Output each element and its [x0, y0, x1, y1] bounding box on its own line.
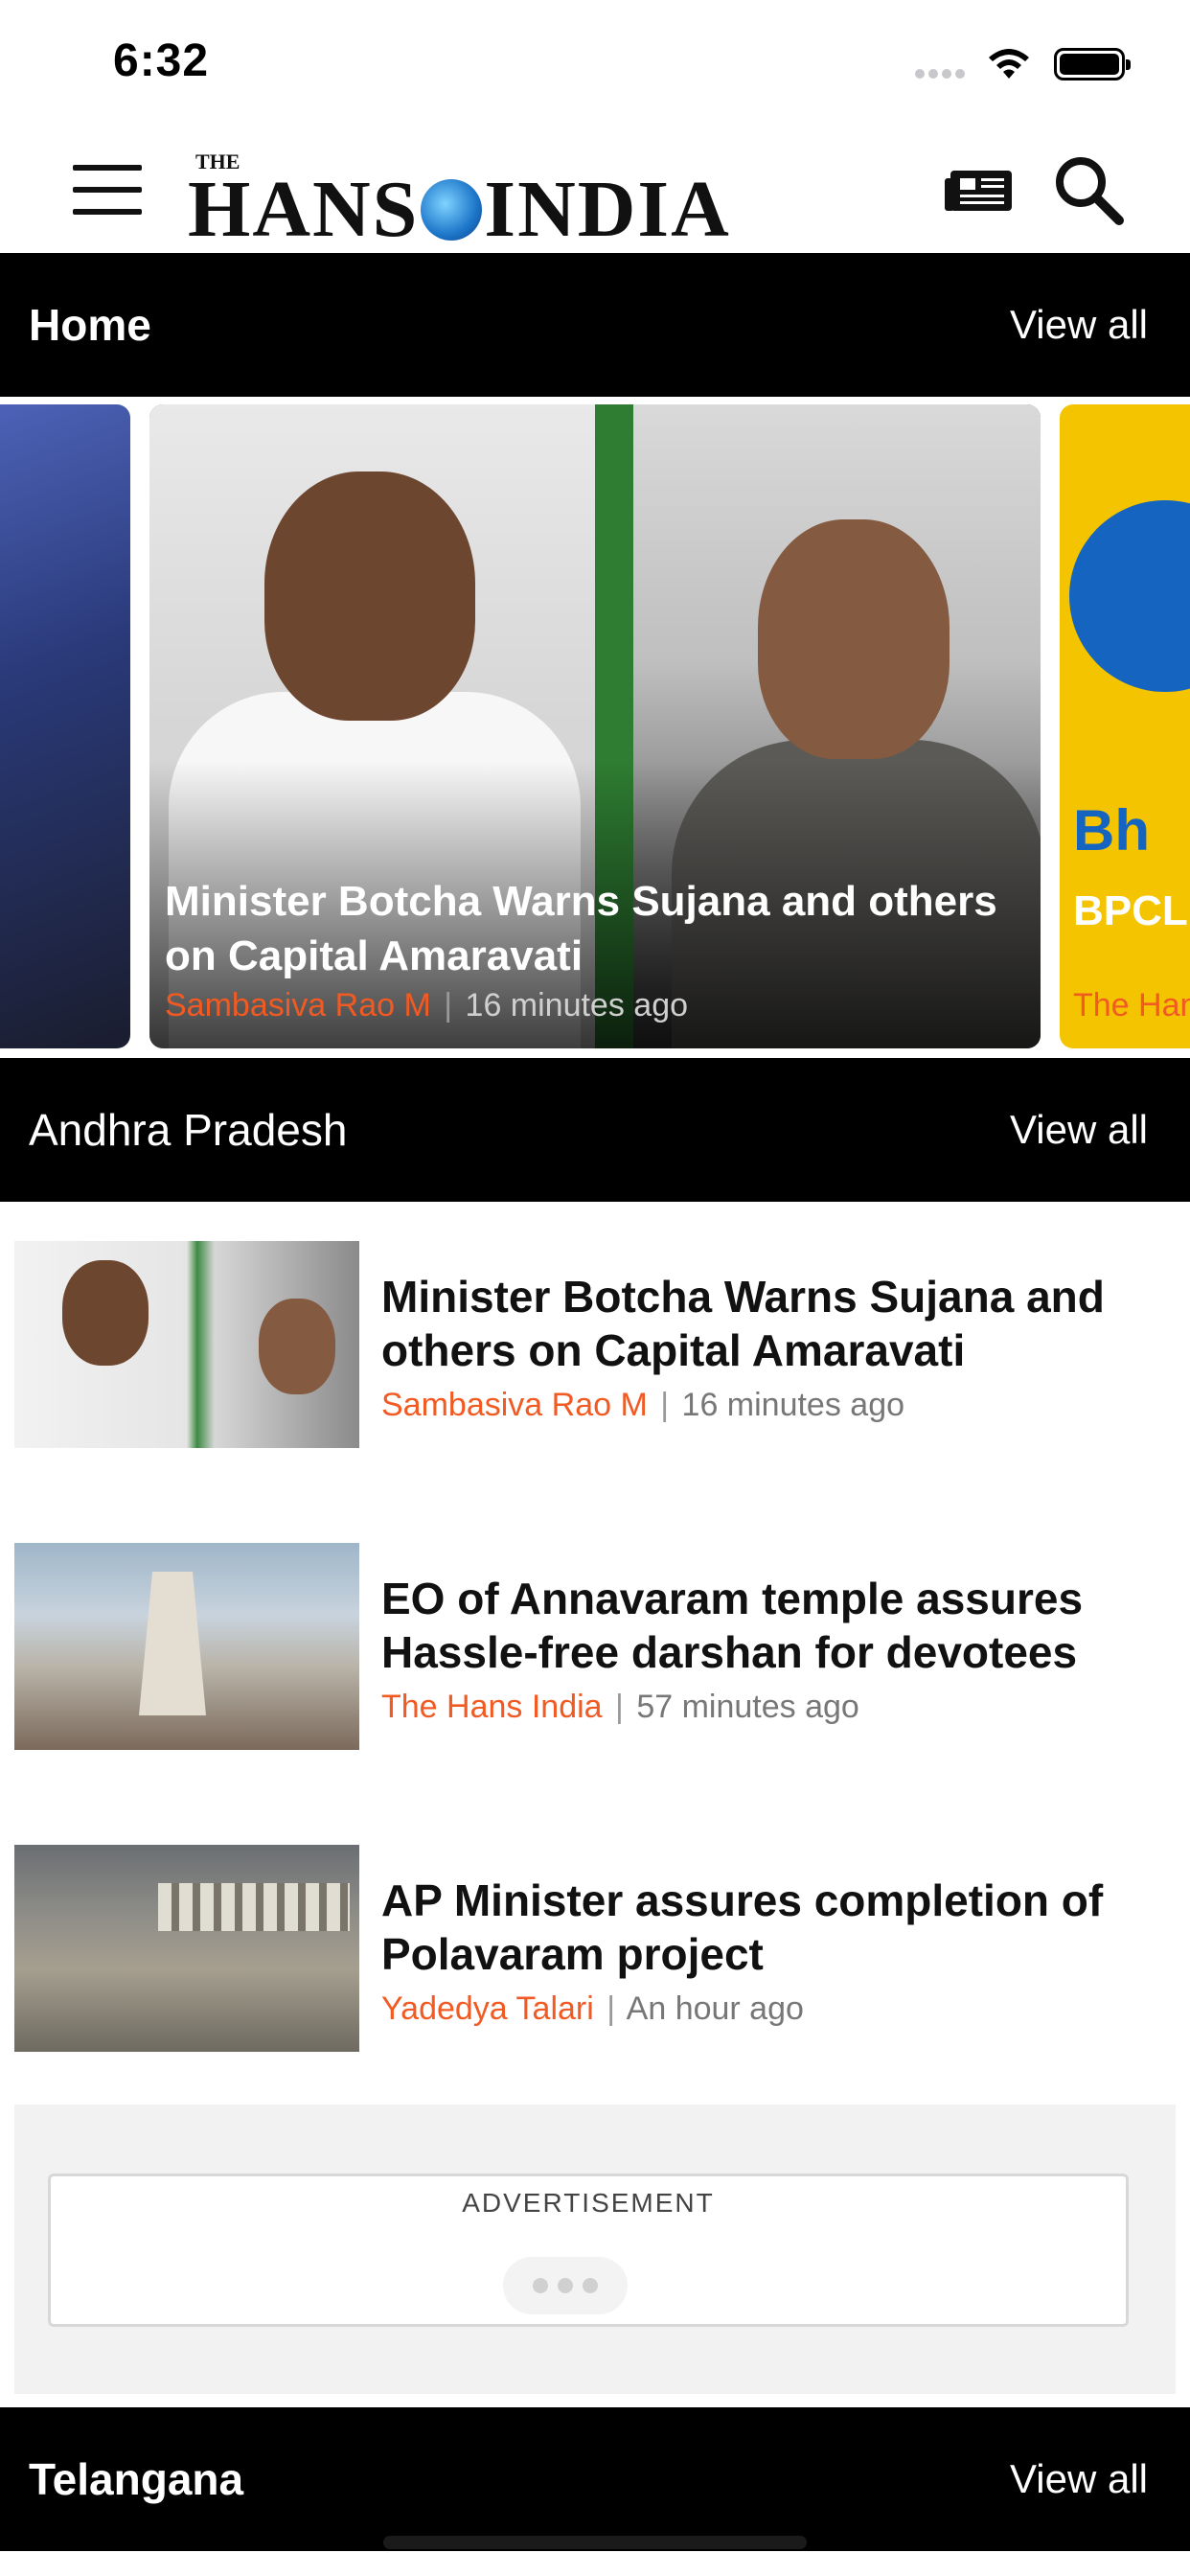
bpcl-logo-image	[1069, 500, 1190, 692]
home-indicator[interactable]	[383, 2536, 807, 2549]
advertisement-container: ADVERTISEMENT	[14, 2104, 1176, 2394]
logo-india-text: INDIA	[484, 165, 731, 254]
featured-card-title: Minister Botcha Warns Sujana and others …	[165, 878, 997, 979]
next-card-author: The Han	[1073, 987, 1190, 1024]
section-title-andhra-pradesh: Andhra Pradesh	[29, 1105, 348, 1155]
article-meta: Yadedya Talari | An hour ago	[381, 1990, 804, 2028]
meta-separator: |	[444, 987, 453, 1024]
article-thumbnail	[14, 1241, 359, 1448]
view-all-home-link[interactable]: View all	[1010, 302, 1148, 348]
section-header-telangana: Telangana View all	[0, 2407, 1190, 2551]
article-author: Sambasiva Rao M	[381, 1387, 648, 1423]
section-title-home: Home	[29, 300, 151, 350]
advertisement-label: ADVERTISEMENT	[462, 2188, 715, 2218]
globe-icon	[421, 178, 483, 241]
article-time: An hour ago	[626, 1990, 804, 2027]
section-header-home: Home View all	[0, 253, 1190, 397]
next-card-brand-text: Bh	[1073, 798, 1150, 862]
meta-separator: |	[615, 1689, 624, 1725]
article-title: AP Minister assures completion of Polava…	[381, 1875, 1104, 1979]
article-title: EO of Annavaram temple assures Hassle-fr…	[381, 1574, 1084, 1677]
article-time: 16 minutes ago	[681, 1387, 905, 1423]
view-all-telangana-link[interactable]: View all	[1010, 2456, 1148, 2502]
section-header-andhra-pradesh: Andhra Pradesh View all	[0, 1058, 1190, 1202]
logo-hans-text: HANS	[188, 165, 420, 254]
carousel-card-featured[interactable]: Minister Botcha Warns Sujana and others …	[149, 404, 1041, 1048]
article-thumbnail	[14, 1845, 359, 2052]
cellular-signal-icon	[915, 69, 973, 80]
article-meta: The Hans India | 57 minutes ago	[381, 1689, 859, 1726]
article-thumbnail	[14, 1543, 359, 1750]
carousel-card-next[interactable]: Bh BPCL floatin The Han	[1060, 404, 1190, 1048]
meta-separator: |	[660, 1387, 670, 1423]
meta-separator: |	[606, 1990, 616, 2027]
list-item[interactable]: EO of Annavaram temple assures Hassle-fr…	[0, 1543, 1190, 1763]
wifi-icon	[989, 49, 1029, 79]
list-item[interactable]: AP Minister assures completion of Polava…	[0, 1845, 1190, 2065]
article-meta: Sambasiva Rao M | 16 minutes ago	[381, 1387, 904, 1424]
app-logo: THE HANS INDIA	[188, 144, 734, 254]
advertisement-box[interactable]: ADVERTISEMENT	[48, 2174, 1129, 2327]
article-time: 57 minutes ago	[636, 1689, 859, 1725]
carousel-card-previous[interactable]	[0, 404, 130, 1048]
search-icon[interactable]	[1052, 153, 1125, 226]
list-item[interactable]: Minister Botcha Warns Sujana and others …	[0, 1241, 1190, 1461]
article-title: Minister Botcha Warns Sujana and others …	[381, 1272, 1105, 1375]
view-all-andhra-pradesh-link[interactable]: View all	[1010, 1107, 1148, 1153]
featured-card-time: 16 minutes ago	[465, 987, 689, 1024]
loading-dots-icon	[503, 2257, 628, 2314]
next-card-title: BPCL floatin	[1073, 887, 1190, 934]
epaper-icon[interactable]	[945, 169, 1014, 213]
menu-icon[interactable]	[73, 165, 142, 215]
article-author: The Hans India	[381, 1689, 603, 1725]
article-author: Yadedya Talari	[381, 1990, 594, 2027]
battery-icon	[1054, 48, 1131, 80]
section-title-telangana: Telangana	[29, 2454, 244, 2504]
featured-card-author: Sambasiva Rao M	[165, 987, 431, 1024]
featured-card-meta: Sambasiva Rao M | 16 minutes ago	[165, 987, 688, 1024]
status-time: 6:32	[113, 35, 210, 86]
